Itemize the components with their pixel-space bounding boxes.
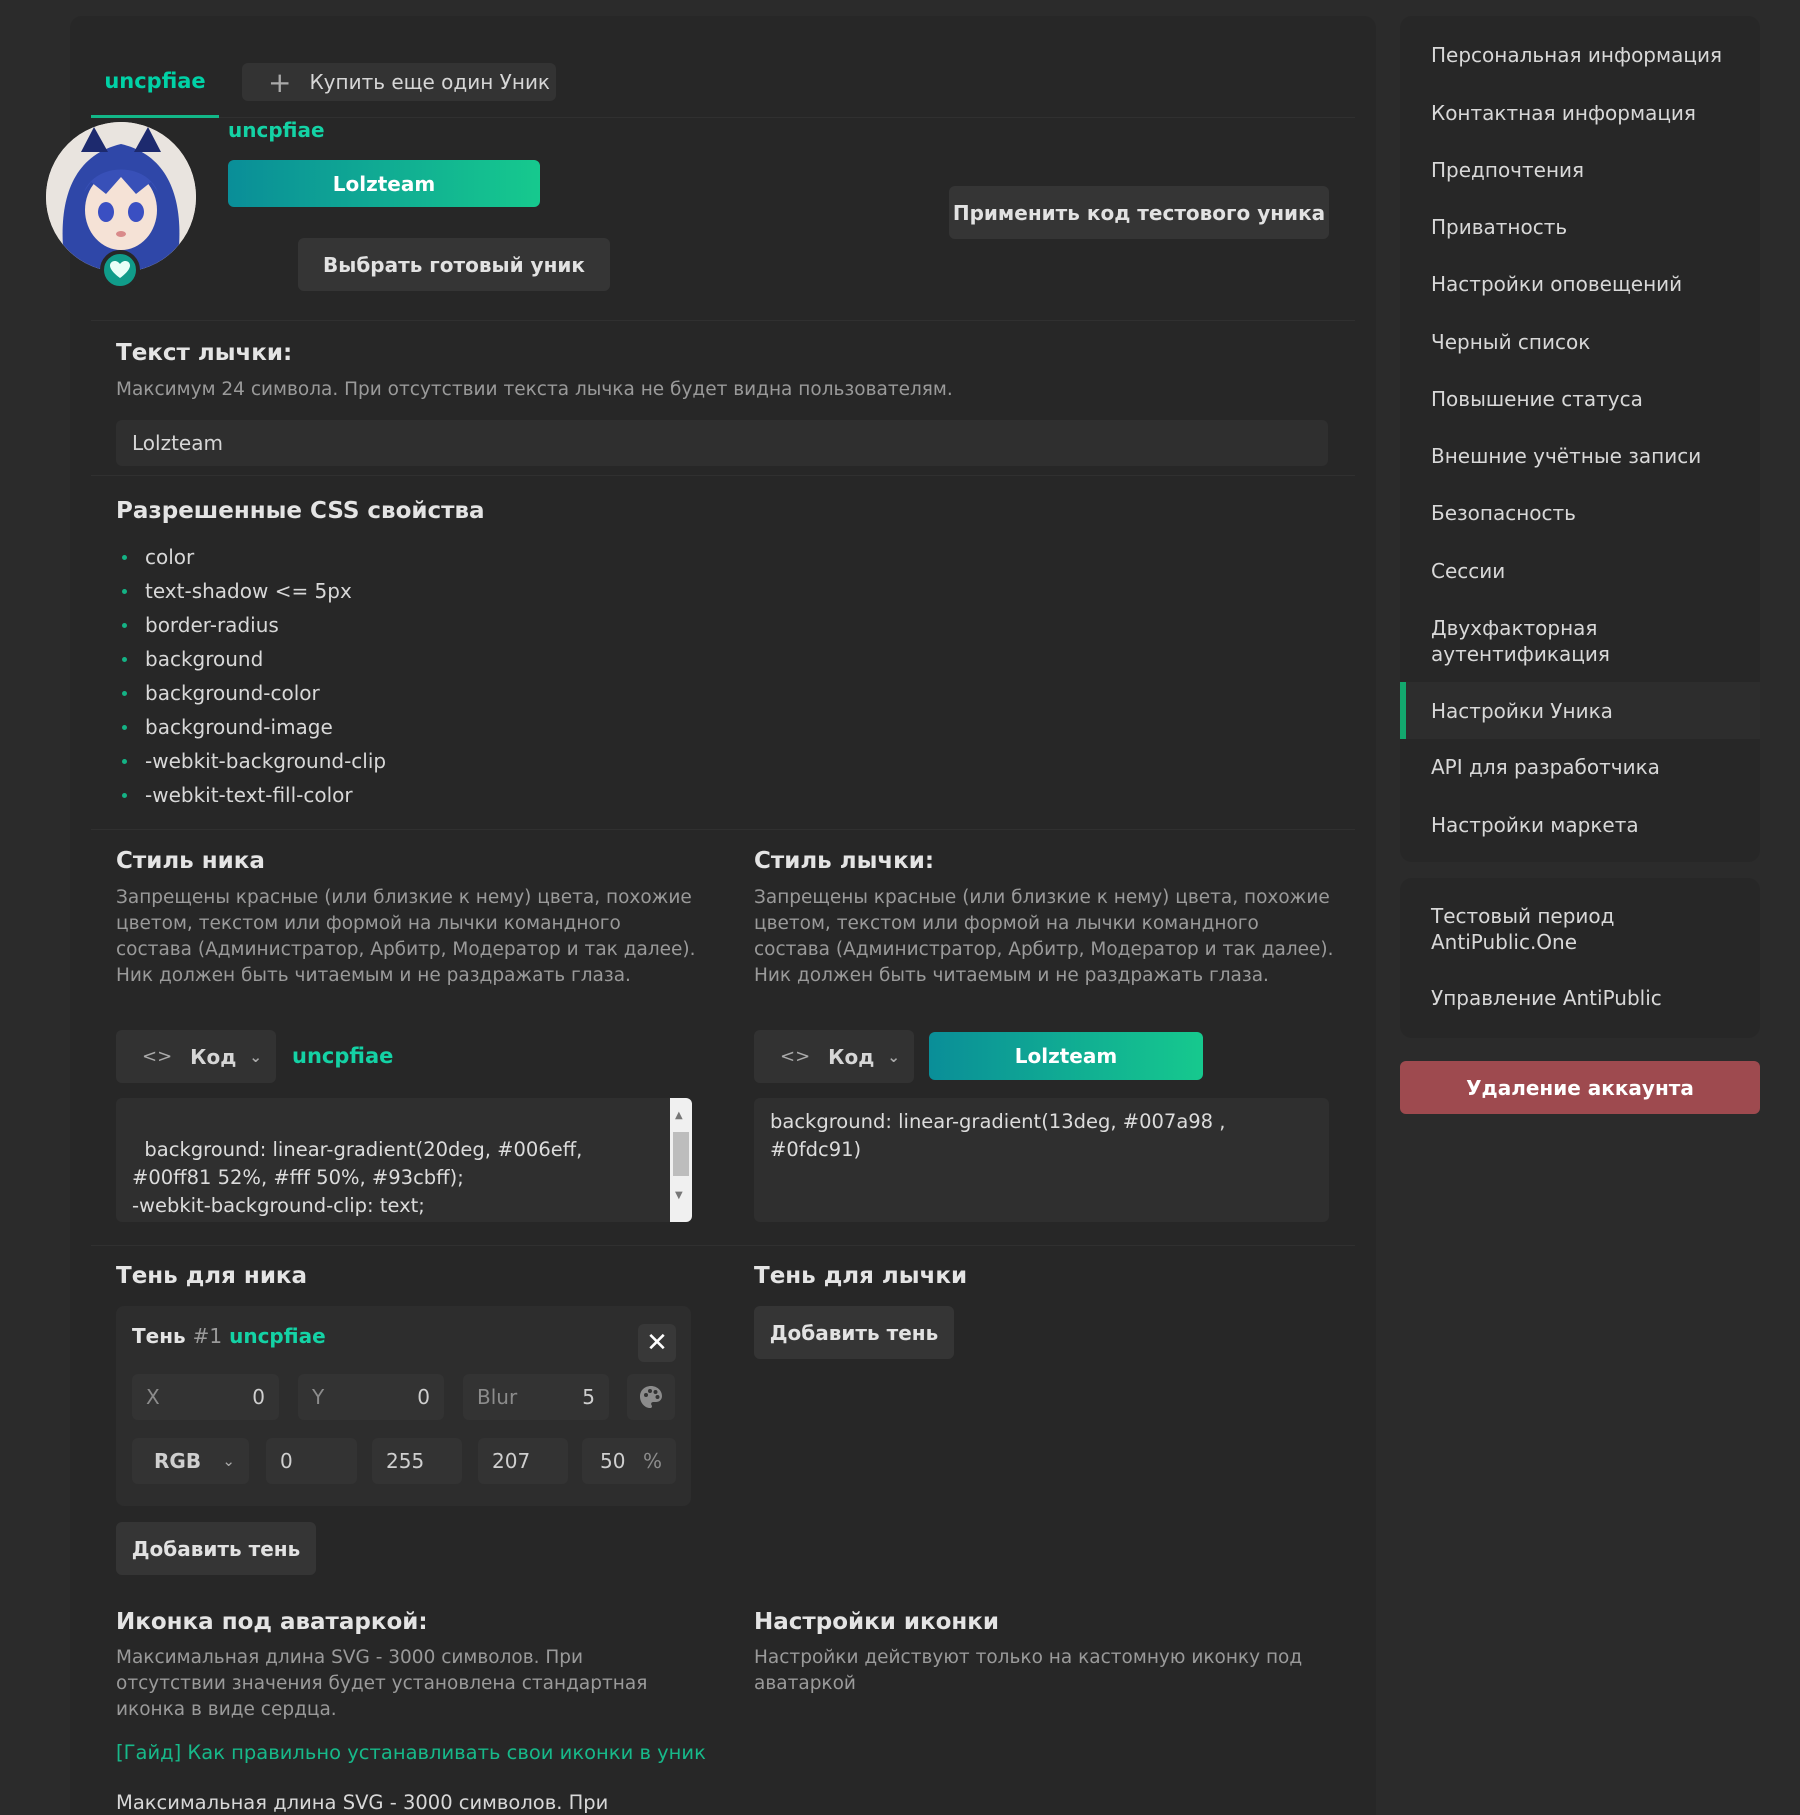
color-g-input[interactable]: 255: [372, 1438, 462, 1484]
color-alpha-input[interactable]: 50 %: [582, 1438, 676, 1484]
profile-username: uncpfiae: [228, 118, 325, 142]
scroll-up-icon[interactable]: ▲: [675, 1102, 683, 1130]
antipublic-sidebar: Тестовый период AntiPublic.One Управлени…: [1400, 878, 1760, 1038]
icon-settings-title: Настройки иконки: [754, 1609, 999, 1635]
badge-text-description: Максимум 24 символа. При отсутствии текс…: [116, 379, 953, 400]
badge-text-input[interactable]: Lolzteam: [116, 420, 1328, 466]
divider: [91, 1245, 1355, 1246]
nick-shadow-title: Тень для ника: [116, 1263, 308, 1289]
add-nick-shadow-button[interactable]: Добавить тень: [116, 1522, 316, 1575]
tab-unique-uncpfiae[interactable]: uncpfiae: [91, 46, 219, 118]
divider: [91, 475, 1355, 476]
sidebar-item-status-upgrade[interactable]: Повышение статуса: [1400, 386, 1760, 412]
divider: [91, 829, 1355, 830]
sidebar-item-external-accounts[interactable]: Внешние учётные записи: [1400, 443, 1760, 469]
nick-code-mode-select[interactable]: <> Код ⌄: [116, 1030, 276, 1083]
shadow-x-input[interactable]: X0: [132, 1374, 279, 1420]
apply-test-code-button[interactable]: Применить код тестового уника: [949, 186, 1329, 239]
nick-css-textarea[interactable]: background: linear-gradient(20deg, #006e…: [116, 1098, 692, 1222]
list-item: background-image: [122, 710, 386, 744]
sidebar-item-sessions[interactable]: Сессии: [1400, 558, 1760, 584]
palette-icon: [640, 1386, 662, 1408]
sidebar-item-unique-settings[interactable]: Настройки Уника: [1400, 682, 1760, 739]
color-picker-button[interactable]: [627, 1374, 675, 1420]
close-icon: ✕: [646, 1328, 668, 1358]
nick-style-title: Стиль ника: [116, 848, 265, 874]
badge-css-textarea[interactable]: background: linear-gradient(13deg, #007a…: [754, 1098, 1329, 1222]
list-item: text-shadow <= 5px: [122, 574, 386, 608]
sidebar-item-security[interactable]: Безопасность: [1400, 500, 1760, 526]
icon-bottom-text: Максимальная длина SVG - 3000 символов. …: [116, 1791, 609, 1814]
color-r-input[interactable]: 0: [266, 1438, 357, 1484]
css-props-title: Разрешенные CSS свойства: [116, 498, 485, 524]
icon-settings-description: Настройки действуют только на кастомную …: [754, 1647, 1303, 1694]
shadow-card-title: Тень #1 uncpfiae: [132, 1324, 326, 1348]
badge-code-mode-select[interactable]: <> Код ⌄: [754, 1030, 914, 1083]
css-props-list: color text-shadow <= 5px border-radius b…: [122, 540, 386, 812]
sidebar-item-api[interactable]: API для разработчика: [1400, 754, 1760, 780]
sidebar-item-antipublic-trial[interactable]: Тестовый период AntiPublic.One: [1400, 903, 1650, 955]
scrollbar-thumb[interactable]: [673, 1132, 689, 1176]
badge-shadow-title: Тень для лычки: [754, 1263, 968, 1289]
delete-account-button[interactable]: Удаление аккаунта: [1400, 1061, 1760, 1114]
list-item: background: [122, 642, 386, 676]
sidebar-item-2fa[interactable]: Двухфакторная аутентификация: [1400, 615, 1650, 667]
chevron-down-icon: ⌄: [249, 1047, 262, 1066]
badge-text-title: Текст лычки:: [116, 340, 293, 366]
badge-style-description: Запрещены красные (или близкие к нему) ц…: [754, 887, 1334, 986]
sidebar-item-antipublic-manage[interactable]: Управление AntiPublic: [1400, 985, 1760, 1011]
shadow-card: Тень #1 uncpfiae ✕ X0 Y0 Blur 5 RGB ⌄ 0 2…: [116, 1306, 691, 1506]
sidebar-item-contact[interactable]: Контактная информация: [1400, 100, 1760, 126]
badge-style-preview: Lolzteam: [929, 1032, 1203, 1080]
code-icon: <>: [780, 1046, 811, 1067]
sidebar-item-preferences[interactable]: Предпочтения: [1400, 157, 1760, 183]
shadow-y-input[interactable]: Y0: [298, 1374, 444, 1420]
scroll-down-icon[interactable]: ▼: [675, 1182, 683, 1210]
chevron-down-icon: ⌄: [222, 1452, 235, 1470]
color-mode-select[interactable]: RGB ⌄: [132, 1438, 249, 1484]
choose-ready-unique-button[interactable]: Выбрать готовый уник: [298, 238, 610, 291]
icon-description: Максимальная длина SVG - 3000 символов. …: [116, 1647, 648, 1720]
sidebar-item-market[interactable]: Настройки маркета: [1400, 812, 1760, 838]
chevron-down-icon: ⌄: [887, 1047, 900, 1066]
remove-shadow-button[interactable]: ✕: [638, 1324, 676, 1362]
badge-style-title: Стиль лычки:: [754, 848, 935, 874]
nick-style-description: Запрещены красные (или близкие к нему) ц…: [116, 887, 696, 986]
sidebar-item-blacklist[interactable]: Черный список: [1400, 329, 1760, 355]
add-badge-shadow-button[interactable]: Добавить тень: [754, 1306, 954, 1359]
color-b-input[interactable]: 207: [478, 1438, 568, 1484]
icon-title: Иконка под аватаркой:: [116, 1609, 428, 1635]
sidebar-item-notifications[interactable]: Настройки оповещений: [1400, 271, 1760, 297]
heart-icon: [100, 250, 140, 290]
sidebar-item-personal[interactable]: Персональная информация: [1400, 42, 1760, 68]
settings-sidebar: Персональная информация Контактная инфор…: [1400, 16, 1760, 862]
nick-style-preview: uncpfiae: [292, 1044, 394, 1068]
list-item: -webkit-text-fill-color: [122, 778, 386, 812]
list-item: background-color: [122, 676, 386, 710]
tab-bar: uncpfiae + Купить еще один Уник: [91, 46, 1355, 118]
list-item: -webkit-background-clip: [122, 744, 386, 778]
shadow-blur-input[interactable]: Blur 5: [463, 1374, 609, 1420]
buy-unique-label: Купить еще один Уник: [309, 70, 551, 94]
icon-guide-link[interactable]: [Гайд] Как правильно устанавливать свои …: [116, 1741, 706, 1764]
plus-icon: +: [268, 65, 292, 99]
buy-unique-tab[interactable]: + Купить еще один Уник: [242, 63, 556, 101]
list-item: border-radius: [122, 608, 386, 642]
code-icon: <>: [142, 1046, 173, 1067]
badge-preview-button[interactable]: Lolzteam: [228, 160, 540, 207]
textarea-scrollbar[interactable]: ▲ ▼: [670, 1098, 692, 1222]
list-item: color: [122, 540, 386, 574]
divider: [91, 320, 1355, 321]
sidebar-item-privacy[interactable]: Приватность: [1400, 214, 1760, 240]
